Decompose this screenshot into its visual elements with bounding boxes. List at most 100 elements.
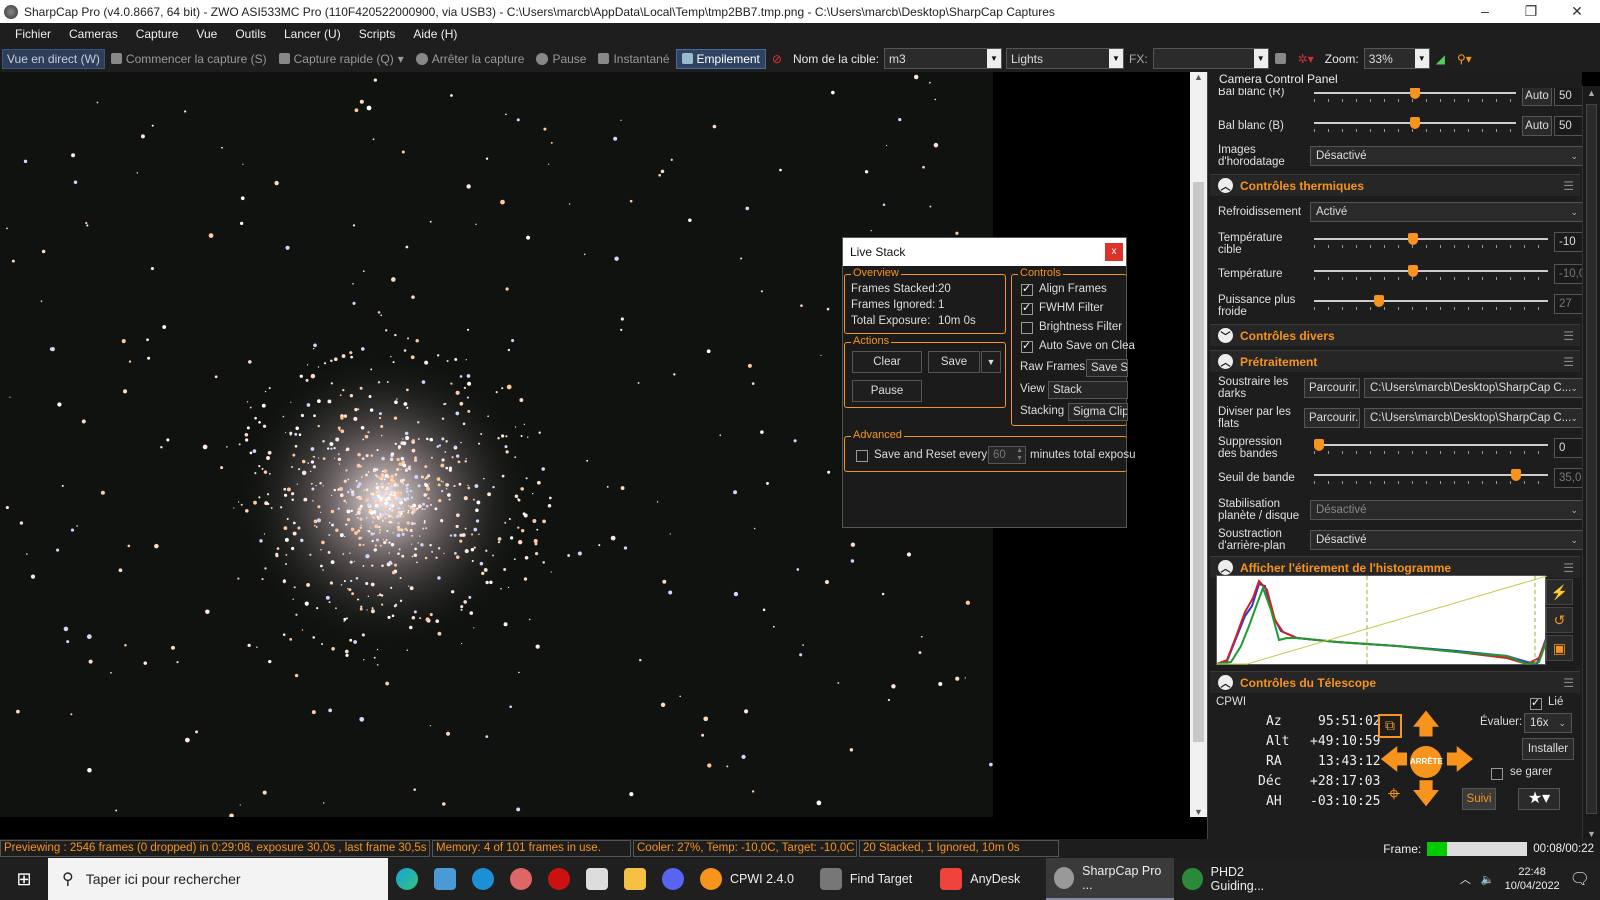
chevron-down-icon[interactable]: ▼ bbox=[1414, 49, 1429, 68]
arrow-right-icon[interactable]: 🡆 bbox=[1444, 746, 1476, 774]
magnifier-icon[interactable]: ⚲▾ bbox=[1451, 52, 1478, 66]
file-explorer-icon[interactable] bbox=[616, 858, 654, 900]
menu-icon[interactable]: ☰ bbox=[1563, 329, 1574, 343]
stacking-button[interactable]: Empilement bbox=[675, 48, 766, 69]
flats-browse-button[interactable]: Parcourir... bbox=[1304, 408, 1360, 428]
target-name-input[interactable]: m3 ▼ bbox=[883, 48, 1002, 69]
slider-knob[interactable] bbox=[1511, 469, 1522, 481]
banding-value[interactable]: 0 bbox=[1554, 438, 1582, 458]
section-misc[interactable]: ﹀ Contrôles divers ☰ bbox=[1210, 324, 1580, 346]
star-app-icon[interactable] bbox=[578, 858, 616, 900]
menu-icon[interactable]: ☰ bbox=[1563, 561, 1574, 575]
slider-knob[interactable] bbox=[1410, 87, 1420, 99]
scroll-up-icon[interactable]: ▲ bbox=[1194, 72, 1203, 82]
band-threshold-value[interactable]: 35,0 bbox=[1554, 468, 1582, 488]
red-app-icon[interactable] bbox=[540, 858, 578, 900]
clear-button[interactable]: Clear bbox=[852, 351, 922, 373]
menu-view[interactable]: Vue bbox=[187, 27, 226, 41]
histogram-icon[interactable]: ◢ bbox=[1430, 52, 1451, 66]
save-button[interactable]: Save bbox=[928, 351, 980, 373]
brightness-filter-checkbox[interactable] bbox=[1021, 322, 1033, 334]
stabilization-select[interactable]: Désactivé ⌄ bbox=[1310, 500, 1582, 520]
chevron-down-icon[interactable]: ▼ bbox=[986, 49, 1001, 68]
wb-blue-slider[interactable] bbox=[1314, 117, 1516, 132]
menu-scripts[interactable]: Scripts bbox=[350, 27, 405, 41]
panel-scrollbar[interactable]: ▲ ▼ bbox=[1582, 86, 1600, 841]
menu-tools[interactable]: Outils bbox=[226, 27, 275, 41]
crosshair-target-icon[interactable]: ⌖ bbox=[1378, 780, 1410, 808]
scrollbar-thumb[interactable] bbox=[1586, 104, 1597, 814]
tray-chevron-up-icon[interactable]: ︿ bbox=[1460, 871, 1471, 887]
pause-button[interactable]: Pause bbox=[852, 380, 922, 402]
darks-path-select[interactable]: C:\Users\marcb\Desktop\SharpCap C... ⌄ bbox=[1364, 378, 1582, 398]
align-frames-checkbox[interactable] bbox=[1021, 282, 1033, 296]
target-temp-slider[interactable] bbox=[1314, 233, 1548, 248]
save-icon[interactable]: ▣ bbox=[1546, 635, 1573, 661]
save-reset-checkbox[interactable] bbox=[856, 450, 868, 462]
menu-icon[interactable]: ☰ bbox=[1563, 179, 1574, 193]
scroll-down-icon[interactable]: ▼ bbox=[1587, 829, 1596, 839]
favorite-star-icon[interactable]: ★▾ bbox=[1518, 788, 1560, 810]
taskbar-app-sharpcap[interactable]: SharpCap Pro ... bbox=[1046, 858, 1175, 900]
chevron-down-icon[interactable]: ▼ bbox=[1253, 49, 1268, 68]
lightning-icon[interactable]: ⚡ bbox=[1546, 579, 1573, 605]
arrow-left-icon[interactable]: 🡄 bbox=[1378, 746, 1410, 774]
menu-icon[interactable]: ☰ bbox=[1563, 676, 1574, 690]
collapse-icon[interactable]: ︿ bbox=[1218, 560, 1233, 575]
zoom-select[interactable]: 33% ▼ bbox=[1363, 48, 1430, 69]
wb-blue-auto-button[interactable]: Auto bbox=[1522, 116, 1552, 136]
fx-select[interactable]: ▼ bbox=[1152, 48, 1269, 69]
wb-red-slider[interactable] bbox=[1314, 87, 1516, 102]
track-button[interactable]: Suivi bbox=[1462, 788, 1496, 810]
reticle-button[interactable] bbox=[1269, 53, 1292, 64]
frame-type-select[interactable]: Lights ▼ bbox=[1005, 48, 1124, 69]
wb-red-value[interactable]: 50 bbox=[1554, 86, 1582, 106]
slider-knob[interactable] bbox=[1410, 117, 1420, 129]
linked-checkbox[interactable] bbox=[1530, 696, 1542, 710]
raw-frames-select[interactable]: Save St bbox=[1086, 359, 1128, 377]
close-button[interactable]: ✕ bbox=[1554, 3, 1600, 20]
cooling-select[interactable]: Activé ⌄ bbox=[1310, 202, 1582, 222]
viewer-scrollbar[interactable]: ▲ ▼ bbox=[1190, 72, 1207, 817]
menu-icon[interactable]: ☰ bbox=[1563, 355, 1574, 369]
arrow-down-icon[interactable]: 🡇 bbox=[1410, 780, 1442, 808]
install-button[interactable]: Installer bbox=[1522, 738, 1574, 760]
edge-icon[interactable] bbox=[388, 858, 426, 900]
save-options-button[interactable]: ▼ bbox=[981, 351, 1001, 373]
clock[interactable]: 22:48 10/04/2022 bbox=[1505, 865, 1560, 893]
crosshair-button[interactable]: ✲▾ bbox=[1292, 52, 1320, 66]
speaker-icon[interactable]: 🔈 bbox=[1481, 873, 1495, 886]
taskbar-app-cpwi[interactable]: CPWI 2.4.0 bbox=[692, 858, 802, 900]
collapse-icon[interactable]: ︿ bbox=[1218, 675, 1233, 690]
rate-select[interactable]: 16x ⌄ bbox=[1524, 713, 1572, 733]
histogram-chart[interactable] bbox=[1216, 575, 1548, 666]
slider-knob[interactable] bbox=[1408, 233, 1419, 245]
telescope-app-icon[interactable] bbox=[502, 858, 540, 900]
banding-slider[interactable] bbox=[1314, 439, 1548, 454]
park-checkbox[interactable] bbox=[1491, 768, 1503, 780]
pause-button[interactable]: Pause bbox=[530, 52, 592, 66]
target-temp-value[interactable]: -10 bbox=[1554, 232, 1582, 252]
scroll-up-icon[interactable]: ▲ bbox=[1587, 88, 1596, 98]
ccleaner-icon[interactable] bbox=[464, 858, 502, 900]
reset-icon[interactable]: ↺ bbox=[1546, 607, 1573, 633]
wb-blue-value[interactable]: 50 bbox=[1554, 116, 1582, 136]
slider-knob[interactable] bbox=[1314, 439, 1324, 451]
wb-red-auto-button[interactable]: Auto bbox=[1522, 86, 1552, 106]
arrow-up-icon[interactable]: 🡅 bbox=[1410, 710, 1442, 738]
taskbar-app-find-target[interactable]: Find Target bbox=[802, 858, 920, 900]
view-select[interactable]: Stack bbox=[1048, 381, 1128, 399]
minimize-button[interactable]: – bbox=[1462, 3, 1508, 20]
stacking-select[interactable]: Sigma Clipp bbox=[1068, 403, 1128, 421]
scroll-down-icon[interactable]: ▼ bbox=[1194, 807, 1203, 817]
stepper-arrows-icon[interactable]: ▲ ▼ bbox=[1016, 447, 1023, 463]
band-threshold-slider[interactable] bbox=[1314, 469, 1548, 484]
maps-icon[interactable] bbox=[426, 858, 464, 900]
timestamp-select[interactable]: Désactivé ⌄ bbox=[1310, 146, 1582, 166]
windows-start-icon[interactable]: ⊞ bbox=[0, 869, 48, 890]
live-view-button[interactable]: Vue en direct (W) bbox=[2, 48, 105, 69]
section-telescope[interactable]: ︿ Contrôles du Télescope ☰ bbox=[1210, 671, 1580, 693]
stop-capture-button[interactable]: Arrêter la capture bbox=[410, 52, 531, 66]
stop-slew-button[interactable]: ARRÊTE bbox=[1410, 746, 1443, 778]
goto-icon[interactable]: ⧉ bbox=[1378, 714, 1402, 738]
